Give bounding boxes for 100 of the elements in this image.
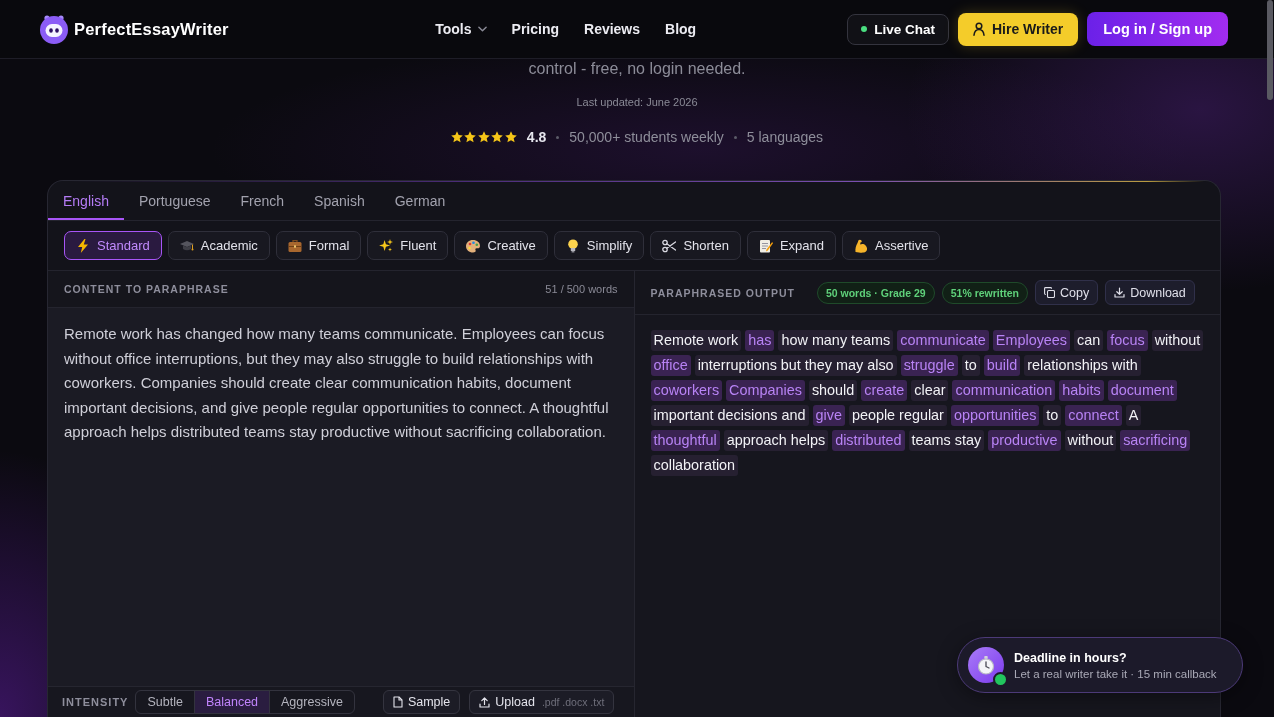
file-types-hint: .pdf .docx .txt bbox=[541, 696, 605, 708]
popup-title: Deadline in hours? bbox=[1014, 650, 1128, 665]
unchanged-text: people regular bbox=[848, 405, 947, 426]
star-icon bbox=[491, 131, 504, 143]
unchanged-text: to bbox=[1043, 405, 1062, 426]
person-icon bbox=[972, 22, 985, 36]
panel-title: CONTENT TO PARAPHRASE bbox=[64, 283, 229, 295]
rewritten-word: struggle bbox=[900, 355, 958, 376]
rewritten-word: focus bbox=[1107, 330, 1148, 351]
popup-subtitle: Let a real writer take it · 15 min callback bbox=[1014, 667, 1217, 680]
sparkles-icon bbox=[379, 238, 394, 253]
scissors-icon bbox=[662, 238, 677, 253]
nav-link[interactable]: Tools bbox=[435, 21, 487, 37]
rewritten-word: sacrificing bbox=[1120, 430, 1191, 451]
unchanged-text: can bbox=[1074, 330, 1104, 351]
mode-button[interactable]: Academic bbox=[167, 231, 270, 260]
star-icon bbox=[477, 131, 490, 143]
rewritten-word: coworkers bbox=[650, 380, 723, 401]
nav-link[interactable]: Reviews bbox=[584, 21, 641, 37]
mode-button[interactable]: Formal bbox=[275, 231, 362, 260]
unchanged-text: important decisions and bbox=[650, 405, 809, 426]
rewritten-word: distributed bbox=[832, 430, 905, 451]
word-count: 51 / 500 words bbox=[545, 283, 618, 295]
unchanged-text: to bbox=[961, 355, 980, 376]
hire-writer-button[interactable]: Hire Writer bbox=[957, 12, 1079, 46]
briefcase-icon bbox=[287, 238, 302, 253]
hero-subtitle: control - free, no login needed. bbox=[528, 59, 746, 79]
mode-button[interactable]: Expand bbox=[746, 231, 836, 260]
stopwatch-avatar-icon bbox=[968, 647, 1004, 683]
mode-button[interactable]: Standard bbox=[64, 231, 162, 260]
stat-text: 50,000+ students weekly bbox=[569, 129, 724, 145]
unchanged-text: Remote work bbox=[650, 330, 742, 351]
upload-button[interactable]: Upload .pdf .docx .txt bbox=[469, 690, 615, 714]
bullet-icon bbox=[556, 135, 560, 139]
light-bulb-icon bbox=[565, 238, 580, 253]
language-tab[interactable]: French bbox=[225, 181, 300, 220]
rewritten-word: give bbox=[812, 405, 845, 426]
stat-badge: 51% rewritten bbox=[941, 281, 1028, 304]
document-icon bbox=[392, 696, 403, 708]
sample-button[interactable]: Sample bbox=[382, 690, 461, 714]
mode-button[interactable]: Simplify bbox=[553, 231, 645, 260]
unchanged-text: should bbox=[808, 380, 858, 401]
language-tab[interactable]: German bbox=[379, 181, 461, 220]
rewritten-word: Companies bbox=[726, 380, 805, 401]
unchanged-text: how many teams bbox=[778, 330, 894, 351]
unchanged-text: teams stay bbox=[908, 430, 985, 451]
rewritten-word: create bbox=[861, 380, 908, 401]
notepad-icon bbox=[758, 238, 773, 253]
live-chat-button[interactable]: Live Chat bbox=[847, 13, 949, 45]
flexed-arm-icon bbox=[854, 238, 868, 253]
scrollbar-thumb[interactable] bbox=[1267, 0, 1273, 100]
download-button[interactable]: Download bbox=[1105, 280, 1195, 305]
bullet-icon bbox=[733, 135, 737, 139]
rewritten-word: document bbox=[1107, 380, 1177, 401]
mode-button[interactable]: Fluent bbox=[367, 231, 449, 260]
robot-logo-icon[interactable] bbox=[40, 14, 68, 44]
mode-button[interactable]: Assertive bbox=[842, 231, 941, 260]
stat-badge: 50 words · Grade 29 bbox=[816, 281, 935, 304]
unchanged-text: A bbox=[1125, 405, 1142, 426]
star-icon bbox=[464, 131, 477, 143]
unchanged-text: approach helps bbox=[723, 430, 829, 451]
unchanged-text: collaboration bbox=[650, 455, 739, 476]
mode-button[interactable]: Shorten bbox=[650, 231, 741, 260]
panel-title: PARAPHRASED OUTPUT bbox=[650, 286, 795, 299]
rewritten-word: Employees bbox=[992, 330, 1071, 351]
last-updated-text: Last updated: June 2026 bbox=[576, 96, 698, 109]
unchanged-text: without bbox=[1064, 430, 1117, 451]
language-tab[interactable]: English bbox=[48, 181, 124, 220]
mode-button[interactable]: Creative bbox=[454, 231, 548, 260]
palette-icon bbox=[466, 238, 481, 253]
intensity-option[interactable]: Balanced bbox=[194, 691, 271, 713]
rewritten-word: build bbox=[983, 355, 1021, 376]
stat-text: 5 languages bbox=[746, 129, 824, 145]
brand-name[interactable]: PerfectEssayWriter bbox=[74, 19, 229, 39]
language-tab[interactable]: Portuguese bbox=[123, 181, 226, 220]
login-signup-button[interactable]: Log in / Sign up bbox=[1087, 12, 1228, 46]
rewritten-word: opportunities bbox=[950, 405, 1040, 426]
nav-link[interactable]: Blog bbox=[665, 21, 697, 37]
nav-link[interactable]: Pricing bbox=[511, 21, 559, 37]
rewritten-word: communicate bbox=[897, 330, 989, 351]
download-icon bbox=[1114, 287, 1126, 298]
rewritten-word: communication bbox=[952, 380, 1056, 401]
star-icon bbox=[504, 131, 517, 143]
unchanged-text: without bbox=[1151, 330, 1204, 351]
intensity-label: INTENSITY bbox=[62, 696, 129, 708]
star-icon bbox=[450, 131, 463, 143]
rewritten-word: habits bbox=[1059, 380, 1104, 401]
rewritten-word: connect bbox=[1065, 405, 1122, 426]
rating-score: 4.8 bbox=[526, 129, 547, 145]
copy-icon bbox=[1044, 287, 1055, 298]
intensity-option[interactable]: Subtle bbox=[136, 691, 195, 713]
copy-button[interactable]: Copy bbox=[1035, 280, 1099, 305]
callback-popup[interactable]: Deadline in hours? Let a real writer take it · 15 min callback bbox=[957, 637, 1243, 693]
rewritten-word: has bbox=[745, 330, 775, 351]
unchanged-text: interruptions but they may also bbox=[694, 355, 897, 376]
language-tab[interactable]: Spanish bbox=[299, 181, 380, 220]
rewritten-word: thoughtful bbox=[650, 430, 720, 451]
intensity-option[interactable]: Aggressive bbox=[270, 691, 354, 713]
unchanged-text: relationships with bbox=[1024, 355, 1141, 376]
upload-icon bbox=[479, 696, 491, 708]
